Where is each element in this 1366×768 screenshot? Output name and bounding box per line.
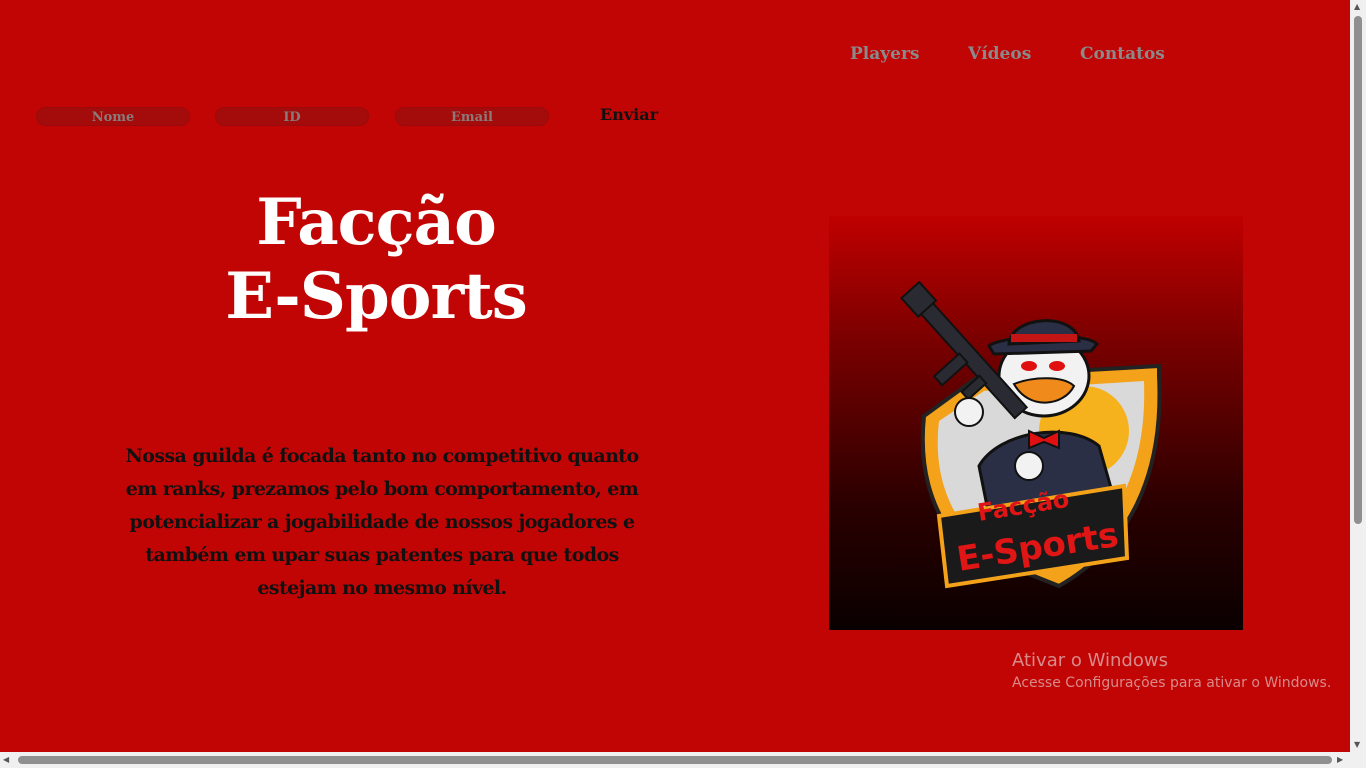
nav-link-contatos[interactable]: Contatos	[1080, 44, 1165, 64]
windows-activation-watermark: Ativar o Windows Acesse Configurações pa…	[1012, 650, 1331, 691]
email-input[interactable]: Email	[395, 107, 549, 126]
watermark-subtitle: Acesse Configurações para ativar o Windo…	[1012, 675, 1332, 691]
horizontal-scroll-thumb[interactable]	[18, 756, 1332, 764]
left-glove	[954, 397, 984, 427]
horizontal-scrollbar[interactable]: ◀ ▶	[0, 752, 1366, 768]
right-glove	[1014, 451, 1044, 481]
guild-description: Nossa guilda é focada tanto no competiti…	[125, 445, 639, 599]
name-input[interactable]: Nome	[36, 107, 190, 126]
duck-mascot-logo: Facção E-Sports	[900, 280, 1162, 589]
left-eye	[1021, 361, 1037, 371]
nav-link-videos[interactable]: Vídeos	[968, 44, 1031, 64]
scroll-left-arrow-icon[interactable]: ◀	[3, 755, 9, 764]
scroll-up-arrow-icon[interactable]: ▲	[1354, 2, 1360, 11]
vertical-scrollbar[interactable]: ▲ ▼	[1350, 0, 1366, 752]
title-line-2: E-Sports	[225, 259, 527, 334]
id-input[interactable]: ID	[215, 107, 369, 126]
submit-button[interactable]: Enviar	[600, 105, 658, 124]
scroll-down-arrow-icon[interactable]: ▼	[1354, 740, 1360, 749]
vertical-scroll-thumb[interactable]	[1354, 16, 1362, 524]
right-eye	[1049, 361, 1065, 371]
title-line-1: Facção	[256, 185, 496, 260]
page-title: Facção E-Sports	[176, 186, 576, 334]
scroll-right-arrow-icon[interactable]: ▶	[1337, 755, 1343, 764]
watermark-title: Ativar o Windows	[1012, 650, 1168, 671]
page: Players Vídeos Contatos Nome ID Email En…	[0, 0, 1350, 752]
nav-link-players[interactable]: Players	[850, 44, 919, 64]
guild-logo: Facção E-Sports	[829, 216, 1243, 630]
hat-band	[1011, 334, 1077, 342]
